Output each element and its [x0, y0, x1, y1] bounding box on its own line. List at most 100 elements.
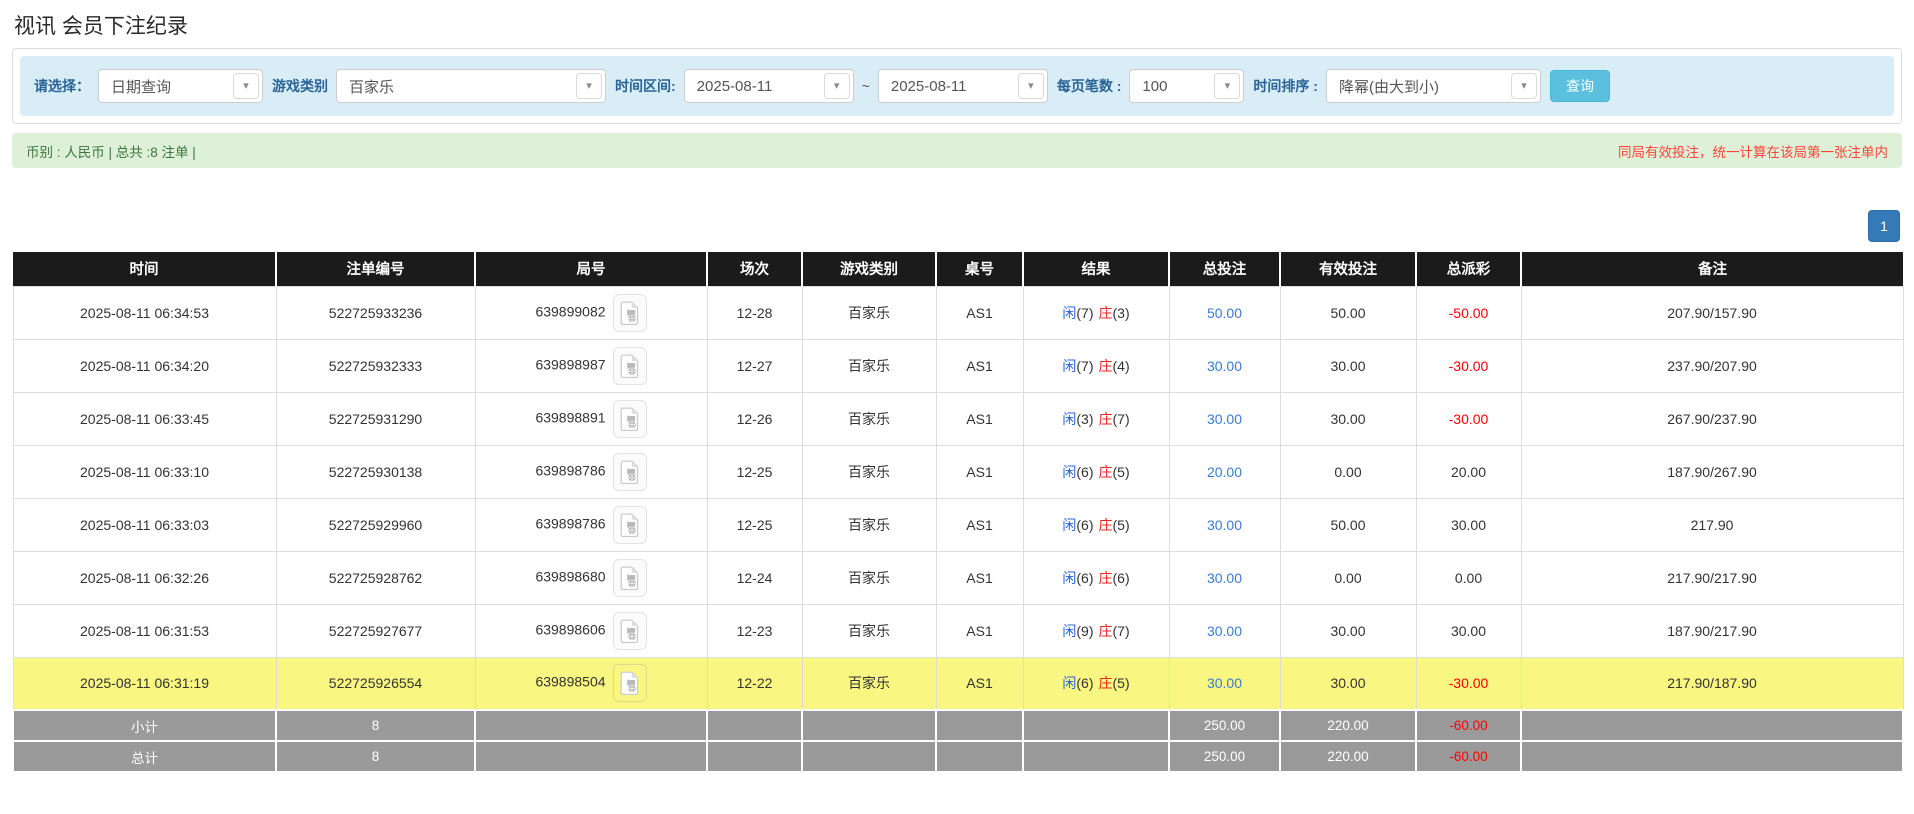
valid-bet-cell: 0.00 [1280, 445, 1416, 498]
result-cell: 闲(6)庄(6) [1023, 551, 1169, 604]
banker-result-label: 庄 [1099, 570, 1113, 586]
remark-cell: 217.90/187.90 [1521, 657, 1903, 710]
video-replay-button[interactable] [613, 400, 647, 438]
total-count: 8 [276, 741, 475, 772]
page-title: 视讯 会员下注纪录 [14, 10, 1914, 40]
banker-result-score: (5) [1113, 517, 1130, 533]
payout-cell: 30.00 [1416, 498, 1521, 551]
col-time: 时间 [13, 252, 276, 286]
time-cell: 2025-08-11 06:34:53 [13, 286, 276, 339]
result-cell: 闲(7)庄(4) [1023, 339, 1169, 392]
col-valid-bet: 有效投注 [1280, 252, 1416, 286]
remark-cell: 267.90/237.90 [1521, 392, 1903, 445]
total-bet-cell: 30.00 [1169, 392, 1280, 445]
summary-bar: 币别 : 人民币 | 总共 :8 注单 | 同局有效投注，统一计算在该局第一张注… [12, 133, 1902, 168]
banker-result-label: 庄 [1099, 464, 1113, 480]
col-game-type: 游戏类别 [802, 252, 936, 286]
date-to-select[interactable]: 2025-08-11 ▾ [878, 69, 1048, 103]
bet-id-cell: 522725930138 [276, 445, 475, 498]
game-type-cell: 百家乐 [802, 286, 936, 339]
subtotal-valid-bet: 220.00 [1280, 710, 1416, 741]
date-from-select[interactable]: 2025-08-11 ▾ [684, 69, 854, 103]
player-result-label: 闲 [1062, 464, 1076, 480]
time-sort-select[interactable]: 降幂(由大到小) ▾ [1326, 69, 1541, 103]
time-sort-label: 时间排序 : [1253, 76, 1318, 96]
time-range-filter: 时间区间: 2025-08-11 ▾ ~ 2025-08-11 ▾ [615, 69, 1048, 103]
player-result-score: (6) [1076, 517, 1093, 533]
valid-bet-cell: 30.00 [1280, 657, 1416, 710]
player-result-label: 闲 [1062, 675, 1076, 691]
total-bet-link[interactable]: 30.00 [1207, 358, 1242, 374]
banker-result-label: 庄 [1099, 411, 1113, 427]
session-cell: 12-24 [707, 551, 802, 604]
video-replay-button[interactable] [613, 664, 647, 702]
records-table: 时间 注单编号 局号 场次 游戏类别 桌号 结果 总投注 有效投注 总派彩 备注… [12, 252, 1904, 773]
query-type-filter: 请选择： 日期查询 ▾ [34, 69, 263, 103]
date-range-separator: ~ [862, 78, 870, 94]
video-file-icon [620, 671, 640, 695]
chevron-down-icon: ▾ [1018, 73, 1044, 99]
total-bet-cell: 50.00 [1169, 286, 1280, 339]
video-replay-button[interactable] [613, 347, 647, 385]
total-total-bet: 250.00 [1169, 741, 1280, 772]
round-id-text: 639898786 [535, 462, 605, 478]
game-type-select[interactable]: 百家乐 ▾ [336, 69, 606, 103]
video-replay-button[interactable] [613, 506, 647, 544]
total-bet-link[interactable]: 50.00 [1207, 305, 1242, 321]
remark-cell: 237.90/207.90 [1521, 339, 1903, 392]
remark-cell: 207.90/157.90 [1521, 286, 1903, 339]
session-cell: 12-25 [707, 498, 802, 551]
total-bet-cell: 30.00 [1169, 498, 1280, 551]
total-bet-link[interactable]: 30.00 [1207, 517, 1242, 533]
payout-cell: 0.00 [1416, 551, 1521, 604]
col-round-id: 局号 [475, 252, 707, 286]
game-type-filter: 游戏类别 百家乐 ▾ [272, 69, 606, 103]
page-button-1[interactable]: 1 [1868, 210, 1900, 242]
session-cell: 12-28 [707, 286, 802, 339]
table-row: 2025-08-11 06:31:19 522725926554 6398985… [13, 657, 1903, 710]
pagination: 1 [0, 210, 1900, 242]
game-type-cell: 百家乐 [802, 657, 936, 710]
result-cell: 闲(7)庄(3) [1023, 286, 1169, 339]
bet-id-cell: 522725926554 [276, 657, 475, 710]
player-result-label: 闲 [1062, 305, 1076, 321]
page-size-value: 100 [1142, 78, 1167, 95]
game-type-cell: 百家乐 [802, 551, 936, 604]
total-bet-link[interactable]: 30.00 [1207, 570, 1242, 586]
round-id-text: 639898891 [535, 409, 605, 425]
table-header: 时间 注单编号 局号 场次 游戏类别 桌号 结果 总投注 有效投注 总派彩 备注 [13, 252, 1903, 286]
time-sort-filter: 时间排序 : 降幂(由大到小) ▾ [1253, 69, 1541, 103]
video-replay-button[interactable] [613, 453, 647, 491]
valid-bet-cell: 0.00 [1280, 551, 1416, 604]
page-size-filter: 每页笔数 : 100 ▾ [1057, 69, 1245, 103]
round-id-cell: 639898504 [475, 657, 707, 710]
page-size-select[interactable]: 100 ▾ [1129, 69, 1244, 103]
player-result-score: (6) [1076, 464, 1093, 480]
banker-result-score: (3) [1113, 305, 1130, 321]
game-type-cell: 百家乐 [802, 604, 936, 657]
query-type-value: 日期查询 [111, 76, 171, 97]
total-bet-link[interactable]: 30.00 [1207, 675, 1242, 691]
total-bet-link[interactable]: 30.00 [1207, 411, 1242, 427]
video-replay-button[interactable] [613, 612, 647, 650]
time-cell: 2025-08-11 06:33:10 [13, 445, 276, 498]
total-bet-link[interactable]: 30.00 [1207, 623, 1242, 639]
video-replay-button[interactable] [613, 294, 647, 332]
table-row: 2025-08-11 06:31:53 522725927677 6398986… [13, 604, 1903, 657]
round-id-text: 639898987 [535, 356, 605, 372]
game-type-cell: 百家乐 [802, 339, 936, 392]
search-button[interactable]: 查询 [1550, 70, 1610, 102]
video-file-icon [620, 354, 640, 378]
banker-result-score: (4) [1113, 358, 1130, 374]
chevron-down-icon: ▾ [576, 73, 602, 99]
time-cell: 2025-08-11 06:33:45 [13, 392, 276, 445]
table-no-cell: AS1 [936, 339, 1023, 392]
time-cell: 2025-08-11 06:31:53 [13, 604, 276, 657]
valid-bet-cell: 30.00 [1280, 339, 1416, 392]
table-footer: 小计 8 250.00 220.00 -60.00 总计 8 250.00 22… [13, 710, 1903, 772]
total-bet-link[interactable]: 20.00 [1207, 464, 1242, 480]
table-no-cell: AS1 [936, 551, 1023, 604]
query-type-select[interactable]: 日期查询 ▾ [98, 69, 263, 103]
remark-cell: 187.90/267.90 [1521, 445, 1903, 498]
video-replay-button[interactable] [613, 559, 647, 597]
